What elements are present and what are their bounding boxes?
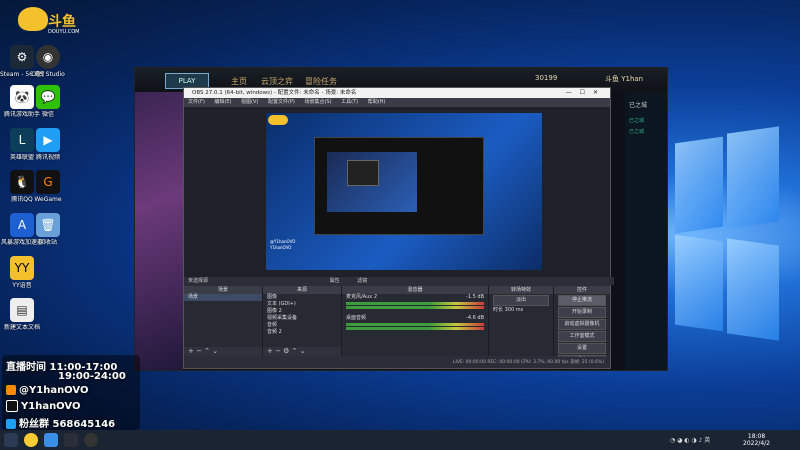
mixer-dock: 混音器 麦克风/Aux 2 -1.5 dB 桌面音频 -4.6 dB — [342, 286, 489, 356]
start-button[interactable] — [4, 433, 18, 447]
tiktok-icon — [6, 400, 18, 412]
explorer-taskbar-icon[interactable] — [44, 433, 58, 447]
audio-meter — [346, 323, 484, 326]
volume-slider[interactable] — [346, 327, 484, 330]
lol-nav-adventure[interactable]: 冒险任务 — [305, 76, 337, 87]
obs-window[interactable]: OBS 27.0.1 (64-bit, windows) - 配置文件: 未命名… — [183, 87, 614, 369]
scenes-dock-buttons[interactable]: + − ⌃ ⌄ — [184, 347, 262, 356]
transition-select[interactable]: 淡出 — [493, 295, 549, 306]
douyu-logo: 斗鱼 DOUYU.COM — [18, 5, 80, 37]
friends-panel: 已之城 已之城 已之城 — [625, 92, 667, 370]
menu-profile[interactable]: 配置文件(P) — [268, 99, 295, 105]
source-toolbar: 未选择源 属性 滤镜 — [184, 277, 614, 285]
chrome-taskbar-icon[interactable] — [24, 433, 38, 447]
qq-group-icon — [6, 419, 16, 429]
douyu-icon — [6, 385, 16, 395]
studio-mode-button[interactable]: 工作室模式 — [558, 331, 606, 342]
lol-nav-home[interactable]: 主页 — [231, 76, 247, 87]
menu-scene-collection[interactable]: 场景集合(S) — [304, 99, 331, 105]
duration-input[interactable]: 300 ms — [505, 307, 524, 313]
wegame-icon[interactable]: G WeGame — [26, 170, 70, 203]
obs-docks: 场景 场景 + − ⌃ ⌄ 来源 图像 文本 (GDI+) 图像 2 视频采集设… — [184, 286, 610, 366]
sources-dock: 来源 图像 文本 (GDI+) 图像 2 视频采集设备 音频 音频 2 + − … — [263, 286, 342, 356]
stream-info-overlay: 直播时间 11:00-17:00 19:00-24:00 @Y1hanOVO Y… — [2, 355, 140, 430]
clock[interactable]: 18:08 2022/4/2 — [743, 433, 770, 447]
wechat-icon[interactable]: 💬 微信 — [26, 85, 70, 118]
source-item[interactable]: 音频 — [263, 322, 341, 329]
champion-art — [135, 92, 183, 370]
stop-stream-button[interactable]: 停止推流 — [558, 295, 606, 306]
source-item[interactable]: 文本 (GDI+) — [263, 301, 341, 308]
yy-icon[interactable]: YY YY语音 — [0, 256, 44, 289]
scenes-dock: 场景 场景 + − ⌃ ⌄ — [184, 286, 263, 356]
scene-item[interactable]: 场景 — [184, 294, 262, 301]
lol-nav-tft[interactable]: 云顶之弈 — [261, 76, 293, 87]
lol-taskbar-icon[interactable] — [64, 433, 78, 447]
taskbar: ◔ ◕ ◐ ◑ ♪ 英 18:08 2022/4/2 — [0, 430, 800, 450]
system-tray[interactable]: ◔ ◕ ◐ ◑ ♪ 英 — [670, 435, 710, 444]
currency-amount: 30199 — [535, 74, 558, 82]
obs-status-bar: LIVE: 00:00:00 REC: 00:00:00 CPU: 3.7%, … — [184, 357, 610, 368]
obs-taskbar-icon[interactable] — [84, 433, 98, 447]
filters-button[interactable]: 滤镜 — [357, 278, 367, 284]
source-item[interactable]: 视频采集设备 — [263, 315, 341, 322]
controls-dock: 控件 停止推流 开始录制 启动虚拟摄像机 工作室模式 设置 退出 — [554, 286, 610, 366]
obs-title-bar: OBS 27.0.1 (64-bit, windows) - 配置文件: 未命名… — [184, 88, 610, 98]
window-controls[interactable]: —☐✕ — [566, 88, 606, 98]
menu-edit[interactable]: 编辑(E) — [214, 99, 231, 105]
obs-preview[interactable]: @Y1hanOVO Y1hanOVO — [184, 107, 610, 277]
menu-file[interactable]: 文件(F) — [188, 99, 205, 105]
obs-menu-bar: 文件(F) 编辑(E) 视图(V) 配置文件(P) 场景集合(S) 工具(T) … — [184, 98, 610, 107]
transitions-dock: 转场特效 淡出 时长 300 ms — [489, 286, 554, 356]
menu-help[interactable]: 帮助(H) — [368, 99, 386, 105]
properties-button[interactable]: 属性 — [330, 278, 340, 284]
player-name: 斗鱼 Y1han — [605, 75, 644, 83]
recycle-bin-icon[interactable]: 🗑 回收站 — [26, 213, 70, 246]
tencent-video-icon[interactable]: ▶ 腾讯视频 — [26, 128, 70, 161]
settings-button[interactable]: 设置 — [558, 343, 606, 354]
menu-tools[interactable]: 工具(T) — [341, 99, 358, 105]
virtual-camera-button[interactable]: 启动虚拟摄像机 — [558, 319, 606, 330]
start-recording-button[interactable]: 开始录制 — [558, 307, 606, 318]
menu-view[interactable]: 视图(V) — [241, 99, 258, 105]
source-item[interactable]: 音频 2 — [263, 329, 341, 336]
preview-canvas: @Y1hanOVO Y1hanOVO — [266, 113, 542, 270]
windows-logo — [665, 120, 785, 350]
source-item[interactable]: 图像 2 — [263, 308, 341, 315]
audio-meter — [346, 302, 484, 305]
text-file-icon[interactable]: ▤ 新建文本文档 — [0, 298, 44, 331]
obs-studio-icon[interactable]: ◉ OBS Studio — [26, 45, 70, 78]
volume-slider[interactable] — [346, 306, 484, 309]
sources-dock-buttons[interactable]: + − ⚙ ⌃ ⌄ — [263, 347, 341, 356]
source-item[interactable]: 图像 — [263, 294, 341, 301]
